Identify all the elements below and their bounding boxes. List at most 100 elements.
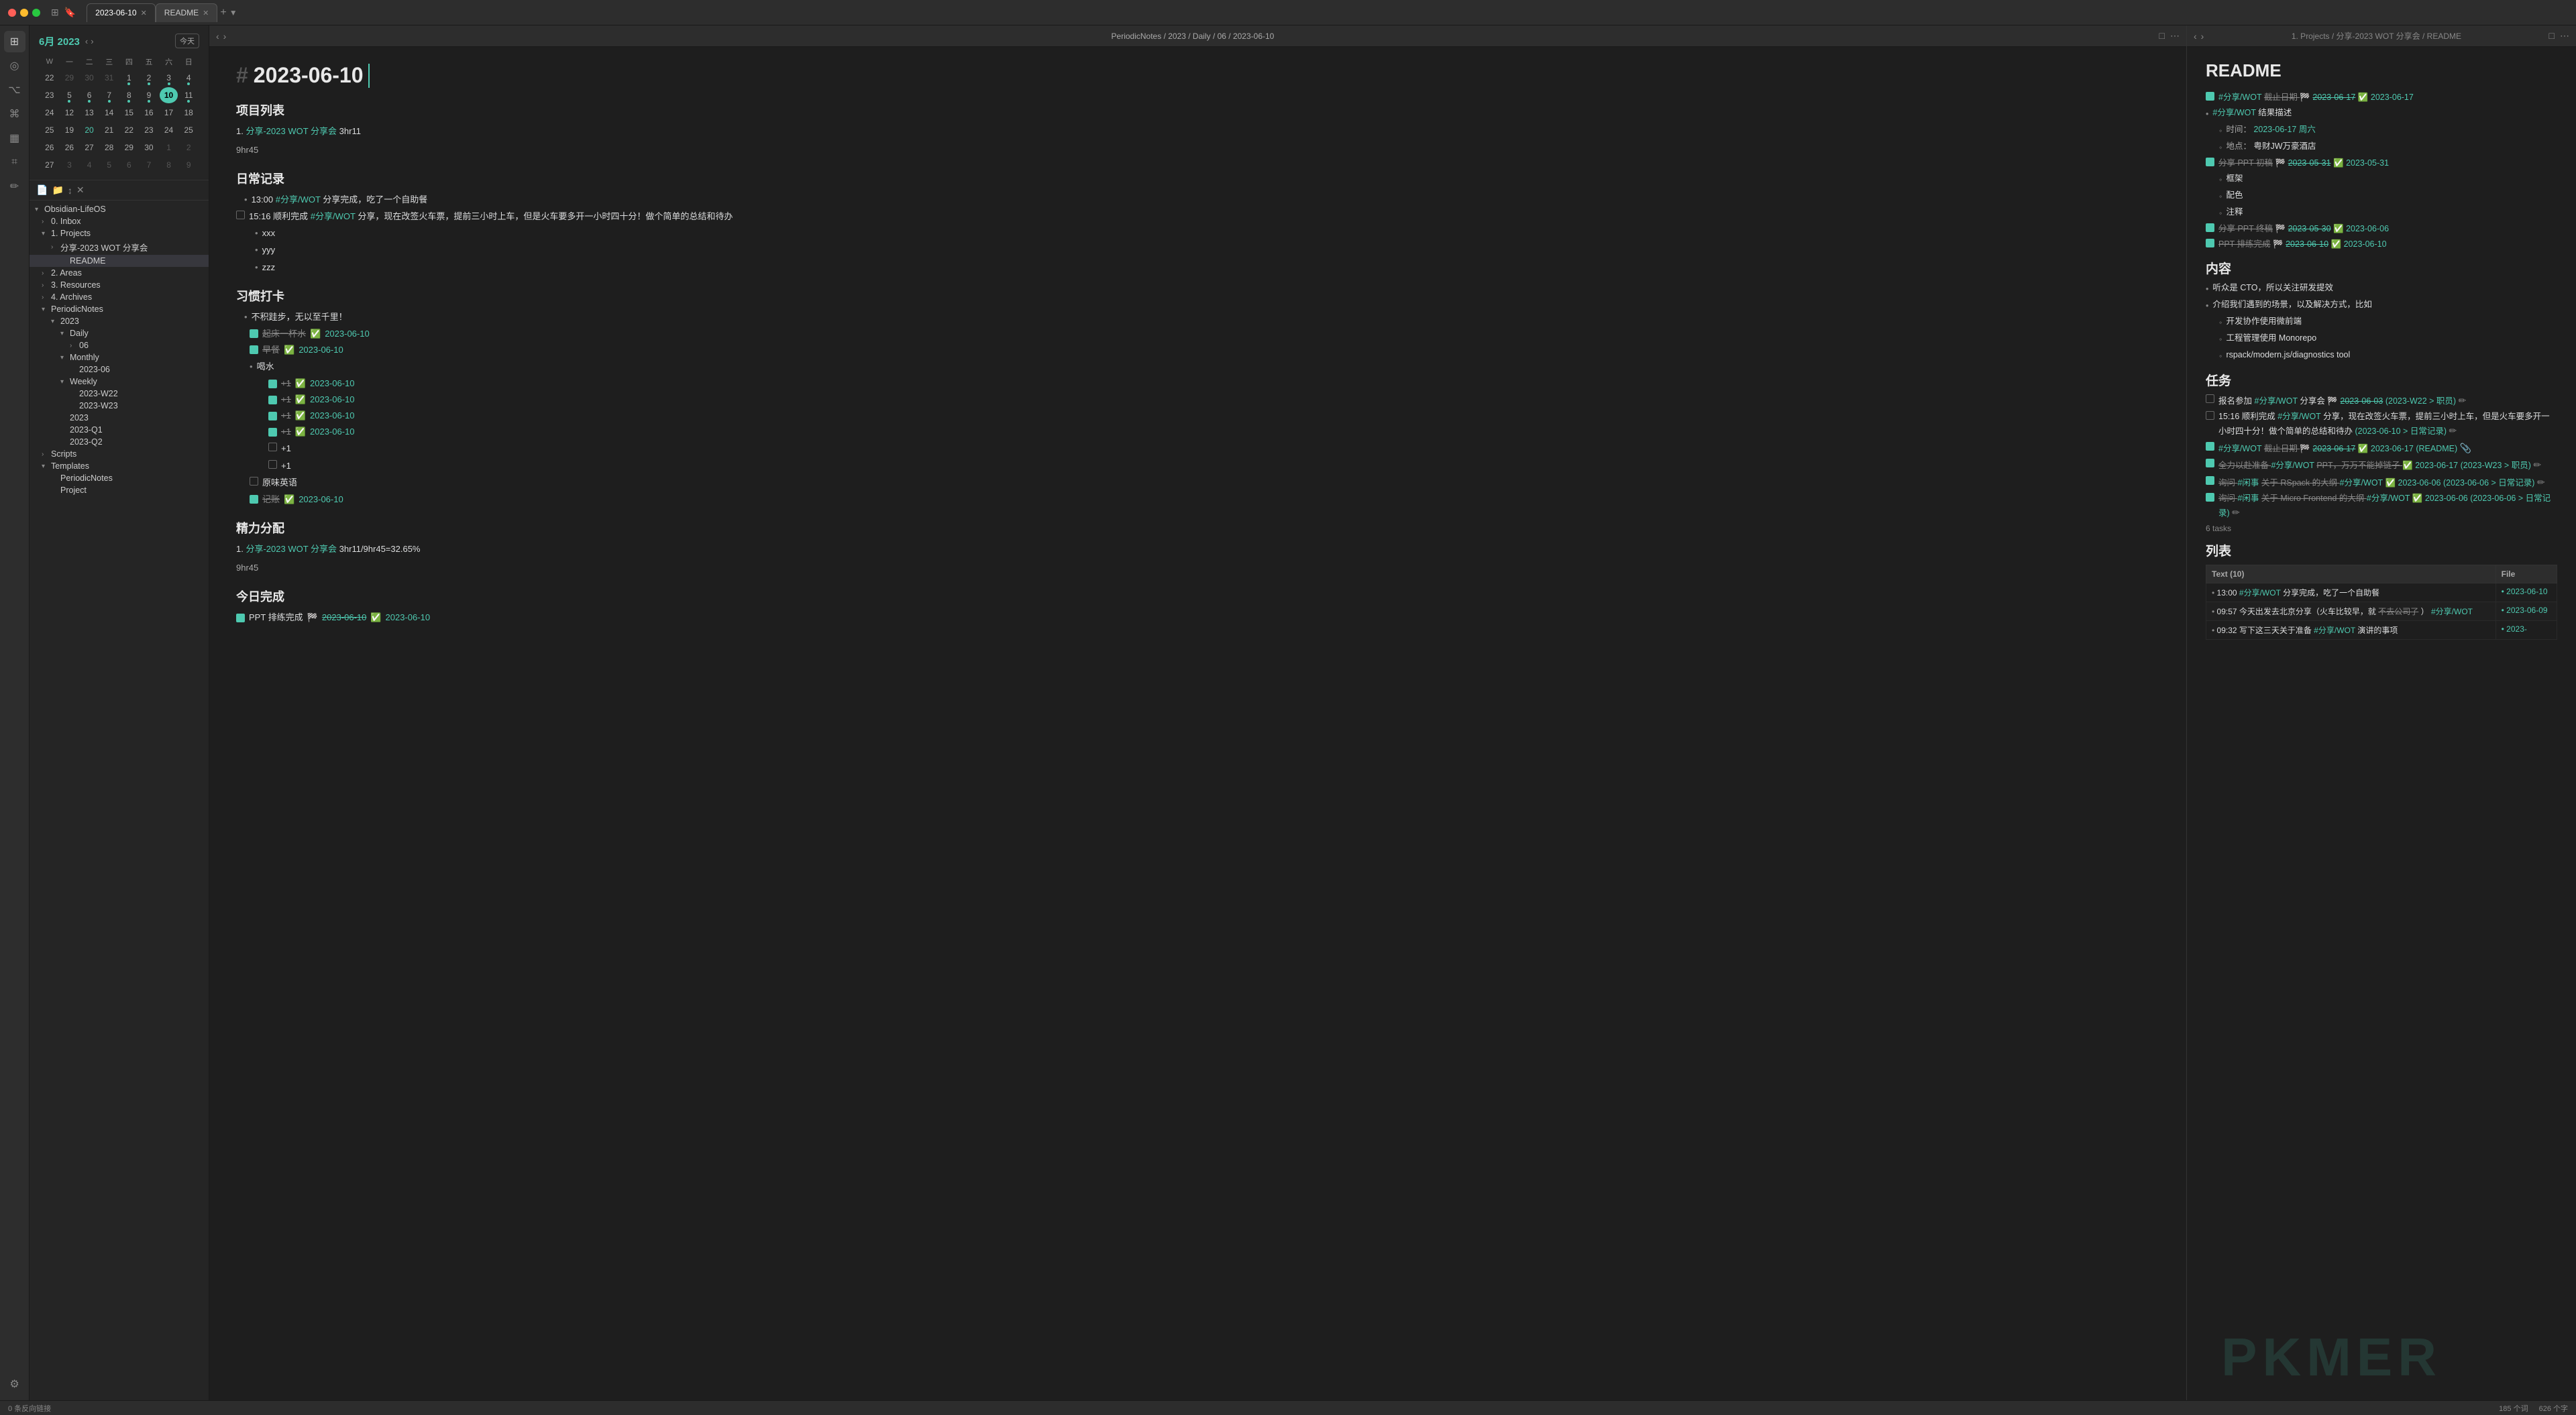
cal-day[interactable]: 7 bbox=[100, 87, 119, 103]
tags-icon[interactable]: ⌗ bbox=[4, 152, 25, 173]
more-options-icon[interactable]: ⋯ bbox=[2170, 30, 2180, 42]
tree-2023-q1[interactable]: 2023-Q1 bbox=[30, 424, 209, 436]
editor-content[interactable]: # 2023-06-10 项目列表 1. 分享-2023 WOT 分享会 3hr… bbox=[209, 47, 2186, 1400]
tree-06[interactable]: › 06 bbox=[30, 339, 209, 351]
tree-daily[interactable]: ▾ Daily bbox=[30, 327, 209, 339]
cal-day[interactable]: 29 bbox=[120, 139, 139, 156]
energy-link-1[interactable]: 分享-2023 WOT 分享会 bbox=[246, 544, 337, 554]
tree-archives[interactable]: › 4. Archives bbox=[30, 291, 209, 303]
tree-weekly[interactable]: ▾ Weekly bbox=[30, 376, 209, 388]
daily-tag-2[interactable]: #分享/WOT bbox=[311, 211, 356, 221]
cal-day[interactable]: 15 bbox=[120, 105, 139, 121]
task-5-tag2[interactable]: #分享/WOT bbox=[2340, 478, 2383, 488]
tree-tpl-project[interactable]: Project bbox=[30, 484, 209, 496]
task-2-cb[interactable] bbox=[2206, 411, 2214, 420]
tree-w22[interactable]: 2023-W22 bbox=[30, 388, 209, 400]
cal-day[interactable]: 1 bbox=[160, 139, 178, 156]
cal-day[interactable]: 6 bbox=[120, 157, 139, 173]
tree-scripts[interactable]: › Scripts bbox=[30, 448, 209, 460]
tree-2023-q2[interactable]: 2023-Q2 bbox=[30, 436, 209, 448]
calendar-prev[interactable]: ‹ bbox=[85, 36, 88, 46]
habit-3-cb-3[interactable] bbox=[268, 412, 277, 420]
habit-3-cb-5[interactable] bbox=[268, 443, 277, 451]
tree-tpl-periodic[interactable]: PeriodicNotes bbox=[30, 472, 209, 484]
cal-day[interactable]: 4 bbox=[179, 70, 198, 86]
cal-day[interactable]: 12 bbox=[60, 105, 79, 121]
habit-cb-2[interactable] bbox=[250, 345, 258, 354]
terminal-icon[interactable]: ⌘ bbox=[4, 103, 25, 125]
calendar-icon[interactable]: ▦ bbox=[4, 127, 25, 149]
new-folder-icon[interactable]: 📁 bbox=[52, 184, 63, 196]
tree-root[interactable]: ▾ Obsidian-LifeOS bbox=[30, 203, 209, 215]
cal-day[interactable]: 17 bbox=[160, 105, 178, 121]
habit-3-cb-2[interactable] bbox=[268, 396, 277, 404]
cal-day[interactable]: 21 bbox=[100, 122, 119, 138]
result-tag[interactable]: #分享/WOT bbox=[2212, 108, 2255, 117]
habit-4-cb[interactable] bbox=[250, 477, 258, 486]
cal-day[interactable]: 30 bbox=[80, 70, 99, 86]
tree-periodic[interactable]: ▾ PeriodicNotes bbox=[30, 303, 209, 315]
right-content[interactable]: README #分享/WOT 截止日期 🏁 2023-06-17 ✅ 2023-… bbox=[2187, 47, 2576, 1400]
cal-day-today[interactable]: 10 bbox=[160, 87, 178, 103]
cal-day[interactable]: 18 bbox=[179, 105, 198, 121]
cal-day[interactable]: 2 bbox=[179, 139, 198, 156]
cal-day-green[interactable]: 20 bbox=[80, 122, 99, 138]
graph-icon[interactable]: ◎ bbox=[4, 55, 25, 76]
cal-day[interactable]: 9 bbox=[140, 87, 158, 103]
task-5-tag[interactable]: #闲事 bbox=[2237, 478, 2259, 488]
task-6-tag[interactable]: #闲事 bbox=[2237, 494, 2259, 503]
task-2-link[interactable]: (2023-06-10 > 日常记录) bbox=[2355, 427, 2447, 436]
calendar-today-button[interactable]: 今天 bbox=[175, 34, 199, 48]
cal-day[interactable]: 11 bbox=[179, 87, 198, 103]
right-more-icon[interactable]: ⋯ bbox=[2560, 30, 2569, 42]
cal-day[interactable]: 27 bbox=[80, 139, 99, 156]
cal-day[interactable]: 16 bbox=[140, 105, 158, 121]
cal-day[interactable]: 5 bbox=[60, 87, 79, 103]
task-3-tag[interactable]: #分享/WOT bbox=[2218, 444, 2261, 453]
habit-3-cb-4[interactable] bbox=[268, 428, 277, 437]
cal-day[interactable]: 4 bbox=[80, 157, 99, 173]
habit-5-cb[interactable] bbox=[250, 495, 258, 504]
tree-resources[interactable]: › 3. Resources bbox=[30, 279, 209, 291]
project-link-1[interactable]: 分享-2023 WOT 分享会 bbox=[246, 126, 337, 136]
tree-wot[interactable]: › 分享-2023 WOT 分享会 bbox=[30, 239, 209, 255]
cal-day[interactable]: 8 bbox=[160, 157, 178, 173]
habit-3-cb-1[interactable] bbox=[268, 380, 277, 388]
sidebar-toggle-icon[interactable]: ⊞ bbox=[51, 7, 59, 18]
note-icon[interactable]: ✏ bbox=[4, 176, 25, 197]
daily-cb-2[interactable] bbox=[236, 211, 245, 219]
top-tag[interactable]: #分享/WOT bbox=[2218, 93, 2261, 102]
tree-monthly[interactable]: ▾ Monthly bbox=[30, 351, 209, 363]
tab-readme[interactable]: README ✕ bbox=[156, 3, 218, 22]
task-1-cb[interactable] bbox=[2206, 394, 2214, 403]
cal-day[interactable]: 23 bbox=[140, 122, 158, 138]
right-back-button[interactable]: ‹ bbox=[2194, 31, 2197, 42]
cal-day[interactable]: 26 bbox=[60, 139, 79, 156]
tree-areas[interactable]: › 2. Areas bbox=[30, 267, 209, 279]
task-1-tag[interactable]: #分享/WOT bbox=[2255, 396, 2298, 406]
new-tab-button[interactable]: + bbox=[220, 7, 226, 19]
cal-day[interactable]: 5 bbox=[100, 157, 119, 173]
tree-projects[interactable]: ▾ 1. Projects bbox=[30, 227, 209, 239]
cal-day[interactable]: 3 bbox=[60, 157, 79, 173]
tree-2023[interactable]: ▾ 2023 bbox=[30, 315, 209, 327]
bookmark-icon[interactable]: 🔖 bbox=[64, 7, 76, 18]
files-icon[interactable]: ⊞ bbox=[4, 31, 25, 52]
tab-editor-close[interactable]: ✕ bbox=[141, 9, 147, 17]
cal-day[interactable]: 9 bbox=[179, 157, 198, 173]
task-5-link[interactable]: (2023-06-06 > 日常记录) bbox=[2443, 478, 2535, 488]
cal-day[interactable]: 19 bbox=[60, 122, 79, 138]
cal-day[interactable]: 3 bbox=[160, 70, 178, 86]
calendar-next[interactable]: › bbox=[91, 36, 93, 46]
settings-icon[interactable]: ⚙ bbox=[4, 1373, 25, 1395]
minimize-button[interactable] bbox=[20, 9, 28, 17]
task-3-link[interactable]: (README) bbox=[2416, 444, 2457, 453]
close-panel-icon[interactable]: ✕ bbox=[76, 184, 85, 196]
tree-w23[interactable]: 2023-W23 bbox=[30, 400, 209, 412]
editor-back-button[interactable]: ‹ bbox=[216, 31, 219, 42]
habit-cb-1[interactable] bbox=[250, 329, 258, 338]
tree-2023-06[interactable]: 2023-06 bbox=[30, 363, 209, 376]
cal-day[interactable]: 25 bbox=[179, 122, 198, 138]
cal-day[interactable]: 30 bbox=[140, 139, 158, 156]
cal-day[interactable]: 31 bbox=[100, 70, 119, 86]
